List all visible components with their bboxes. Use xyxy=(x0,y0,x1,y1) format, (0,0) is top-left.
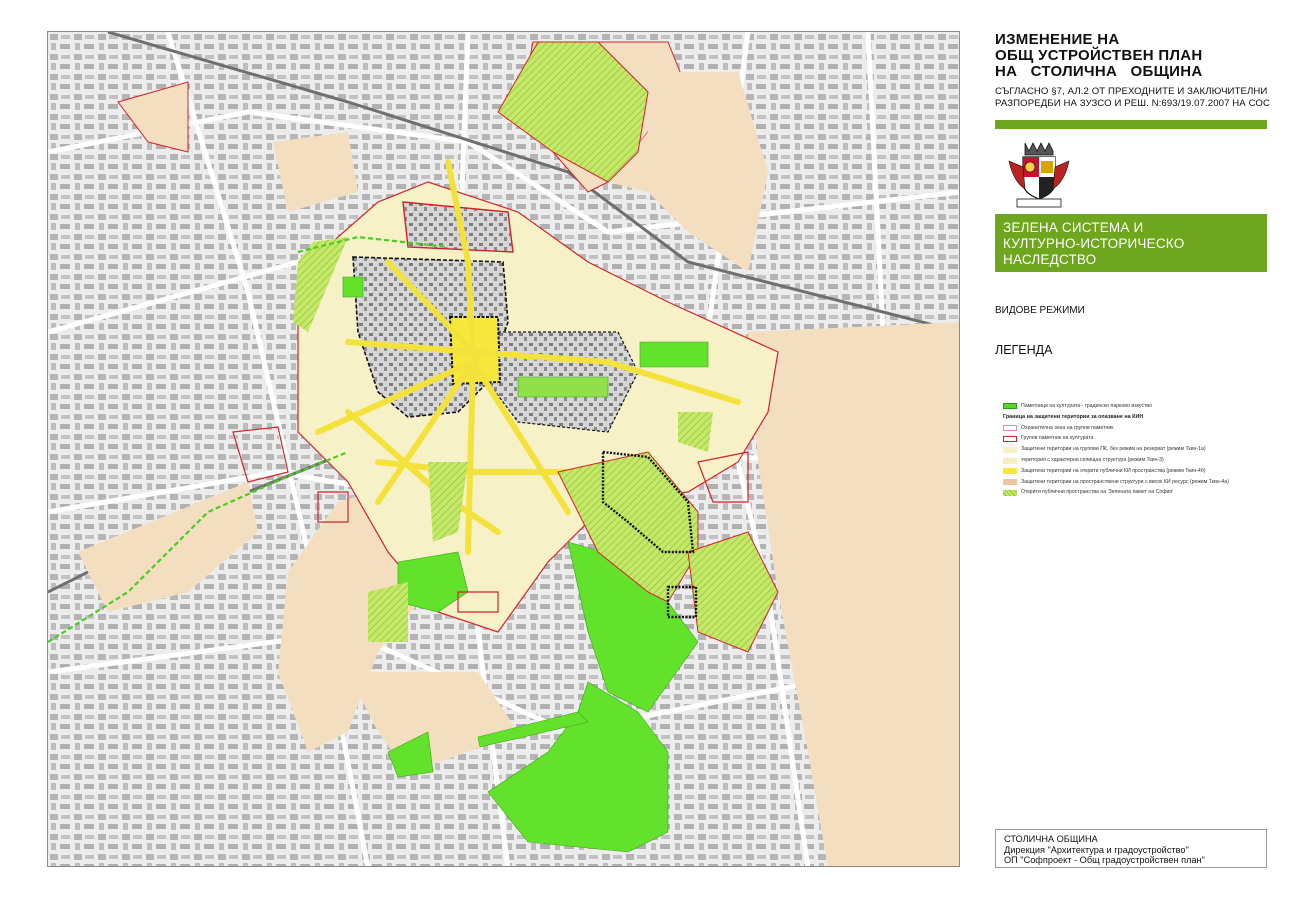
swatch-pale-yellow xyxy=(1003,446,1017,453)
map-legend: Паметници на културата - градинско парко… xyxy=(1003,401,1283,498)
legend-item-tkin-3: територия с характерна селищна структура… xyxy=(1003,455,1283,466)
master-plan-map xyxy=(48,32,959,866)
theme-line-3: НАСЛЕДСТВО xyxy=(1003,252,1097,267)
footer-credits: СТОЛИЧНА ОБЩИНА Дирекция "Архитектура и … xyxy=(995,829,1267,868)
legend-heading: ЛЕГЕНДА xyxy=(995,343,1053,357)
legend-item-tkin-1a: Защитени територии на групови ПК, без ре… xyxy=(1003,444,1283,455)
swatch-red-outline xyxy=(1003,435,1017,442)
footer-line-3: ОП "Софпроект - Общ градоустройствен пла… xyxy=(1004,855,1205,865)
sofia-coat-of-arms-icon xyxy=(1003,137,1075,209)
swatch-yellow xyxy=(1003,468,1017,475)
legend-label: Защитени територии на групови ПК, без ре… xyxy=(1021,446,1206,453)
swatch-hatched-green xyxy=(1003,489,1017,496)
swatch-pink-outline xyxy=(1003,425,1017,432)
swatch-green xyxy=(1003,403,1017,410)
subtitle-line-1: СЪГЛАСНО §7, АЛ.2 ОТ ПРЕХОДНИТЕ И ЗАКЛЮЧ… xyxy=(995,86,1268,97)
theme-line-2: КУЛТУРНО-ИСТОРИЧЕСКО xyxy=(1003,236,1185,251)
subtitle-line-2: РАЗПОРЕДБИ НА ЗУЗСО И РЕШ. N:693/19.07.2… xyxy=(995,98,1270,109)
legend-item-group-monument: Групов паметник на културата xyxy=(1003,434,1283,445)
legend-label: Открити публични пространства на 'Зелена… xyxy=(1021,489,1174,496)
legend-label: Групов паметник на културата xyxy=(1021,435,1094,442)
title-line-3: НА СТОЛИЧНА ОБЩИНА xyxy=(995,63,1203,80)
footer-line-1: СТОЛИЧНА ОБЩИНА xyxy=(1004,834,1098,844)
regimes-heading: ВИДОВЕ РЕЖИМИ xyxy=(995,305,1085,316)
theme-banner: ЗЕЛЕНА СИСТЕМА И КУЛТУРНО-ИСТОРИЧЕСКО НА… xyxy=(995,214,1267,272)
map-canvas[interactable] xyxy=(47,31,960,867)
swatch-cream xyxy=(1003,457,1017,464)
legend-item-tkin-4b: Защитени територии на открити публични К… xyxy=(1003,466,1283,477)
swatch-beige xyxy=(1003,479,1017,486)
legend-item-green-memory: Открити публични пространства на 'Зелена… xyxy=(1003,488,1283,499)
title-block: ИЗМЕНЕНИЕ НА ОБЩ УСТРОЙСТВЕН ПЛАН НА СТО… xyxy=(995,32,1285,110)
legend-label: територия с характерна селищна структура… xyxy=(1021,457,1164,464)
legend-item-tkin-4a: Защитени територии на пространствени стр… xyxy=(1003,477,1283,488)
title-line-2: ОБЩ УСТРОЙСТВЕН ПЛАН xyxy=(995,47,1203,64)
title-line-1: ИЗМЕНЕНИЕ НА xyxy=(995,31,1120,48)
legend-item-garden-art: Паметници на културата - градинско парко… xyxy=(1003,401,1283,412)
theme-line-1: ЗЕЛЕНА СИСТЕМА И xyxy=(1003,220,1144,235)
legend-item-buffer-zone: Охранителна зона на групов паметник xyxy=(1003,423,1283,434)
footer-line-2: Дирекция "Архитектура и градоустройство" xyxy=(1004,844,1189,855)
legend-label: Защитени територии на открити публични К… xyxy=(1021,467,1206,474)
title-divider xyxy=(995,120,1267,129)
legend-label: Охранителна зона на групов паметник xyxy=(1021,424,1114,431)
legend-label: Защитени територии на пространствени стр… xyxy=(1021,478,1229,485)
legend-group-heading: Граница на защитени територии за опазван… xyxy=(1003,413,1144,420)
legend-label: Паметници на културата - градинско парко… xyxy=(1021,402,1153,409)
